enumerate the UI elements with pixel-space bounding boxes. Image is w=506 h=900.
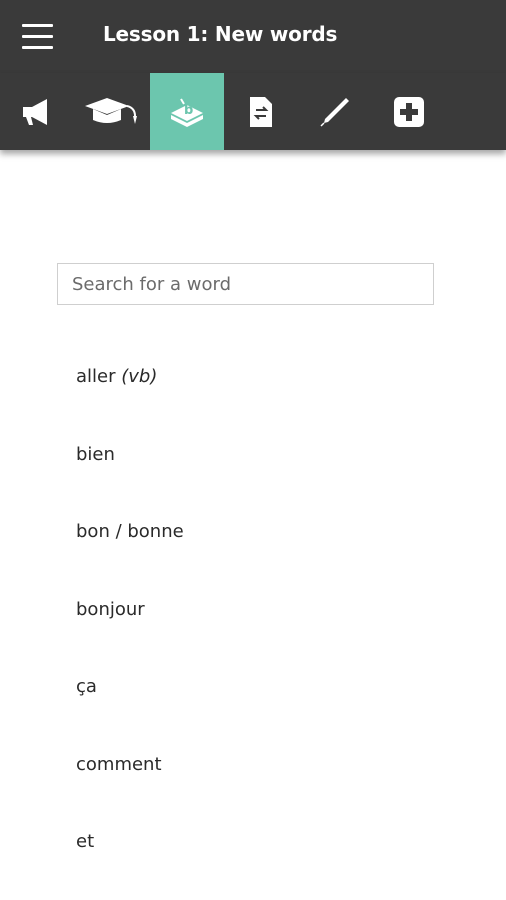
word-box-icon: b	[171, 97, 203, 127]
tab-audio[interactable]	[0, 73, 74, 150]
document-swap-icon	[250, 96, 272, 127]
graduation-cap-icon	[85, 97, 137, 124]
list-item[interactable]: et	[76, 831, 94, 852]
list-item[interactable]: bonjour	[76, 599, 145, 620]
app-header: Lesson 1: New words	[0, 0, 506, 73]
tab-translate[interactable]	[224, 73, 298, 150]
tab-write[interactable]	[298, 73, 372, 150]
tab-vocabulary[interactable]: b	[150, 73, 224, 150]
hamburger-menu-icon[interactable]	[22, 24, 53, 50]
word-search-input[interactable]	[57, 263, 434, 305]
plus-square-icon	[394, 96, 424, 127]
list-item[interactable]: aller (vb)	[76, 366, 157, 387]
tab-learn[interactable]	[74, 73, 148, 150]
list-item[interactable]: bien	[76, 444, 115, 465]
list-item[interactable]: comment	[76, 754, 162, 775]
lesson-toolbar: b	[0, 73, 506, 150]
list-item[interactable]: bon / bonne	[76, 521, 184, 542]
svg-text:b: b	[184, 103, 193, 118]
megaphone-icon	[23, 98, 47, 125]
list-item[interactable]: ça	[76, 676, 97, 697]
pen-icon	[320, 97, 349, 127]
tab-more[interactable]	[372, 73, 446, 150]
page-title: Lesson 1: New words	[103, 22, 338, 46]
